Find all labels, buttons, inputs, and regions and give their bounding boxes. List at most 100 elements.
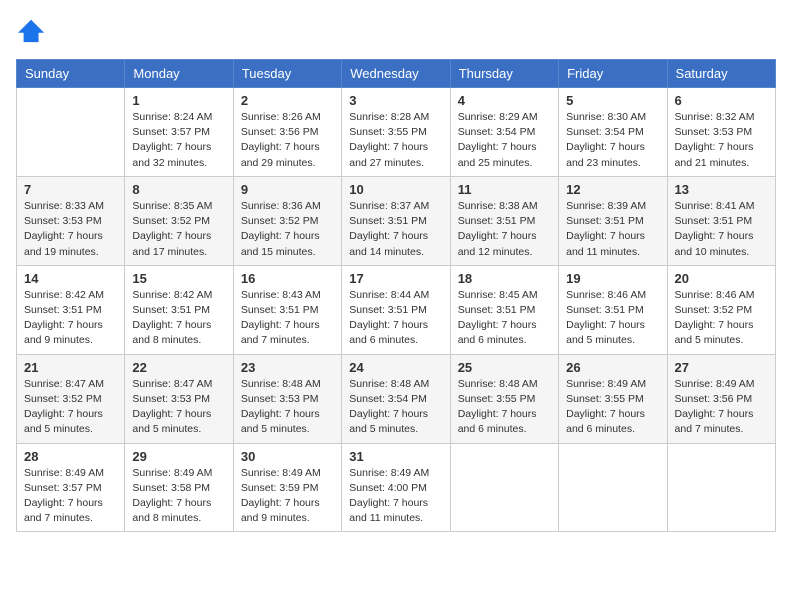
day-number: 22 [132, 360, 225, 375]
calendar-cell [559, 443, 667, 532]
header-thursday: Thursday [450, 60, 558, 88]
day-number: 10 [349, 182, 442, 197]
day-number: 6 [675, 93, 768, 108]
day-info: Sunrise: 8:48 AM Sunset: 3:53 PM Dayligh… [241, 377, 334, 438]
day-number: 15 [132, 271, 225, 286]
calendar-cell: 28 Sunrise: 8:49 AM Sunset: 3:57 PM Dayli… [17, 443, 125, 532]
calendar-cell: 25Sunrise: 8:48 AM Sunset: 3:55 PM Dayli… [450, 354, 558, 443]
calendar-week-row: 7Sunrise: 8:33 AM Sunset: 3:53 PM Daylig… [17, 176, 776, 265]
day-number: 31 [349, 449, 442, 464]
calendar-cell: 26Sunrise: 8:49 AM Sunset: 3:55 PM Dayli… [559, 354, 667, 443]
calendar-cell: 1 Sunrise: 8:24 AM Sunset: 3:57 PM Daylig… [125, 88, 233, 177]
day-number: 28 [24, 449, 117, 464]
header-wednesday: Wednesday [342, 60, 450, 88]
day-info: Sunrise: 8:49 AM Sunset: 3:57 PM Dayligh… [24, 466, 117, 527]
day-number: 9 [241, 182, 334, 197]
day-info: Sunrise: 8:43 AM Sunset: 3:51 PM Dayligh… [241, 288, 334, 349]
day-info: Sunrise: 8:47 AM Sunset: 3:53 PM Dayligh… [132, 377, 225, 438]
day-number: 3 [349, 93, 442, 108]
day-info: Sunrise: 8:46 AM Sunset: 3:51 PM Dayligh… [566, 288, 659, 349]
page-header [16, 16, 776, 49]
day-info: Sunrise: 8:30 AM Sunset: 3:54 PM Dayligh… [566, 110, 659, 171]
day-number: 11 [458, 182, 551, 197]
day-info: Sunrise: 8:47 AM Sunset: 3:52 PM Dayligh… [24, 377, 117, 438]
day-number: 1 [132, 93, 225, 108]
day-number: 12 [566, 182, 659, 197]
calendar-cell: 5 Sunrise: 8:30 AM Sunset: 3:54 PM Daylig… [559, 88, 667, 177]
day-info: Sunrise: 8:29 AM Sunset: 3:54 PM Dayligh… [458, 110, 551, 171]
day-info: Sunrise: 8:42 AM Sunset: 3:51 PM Dayligh… [132, 288, 225, 349]
calendar-cell: 9 Sunrise: 8:36 AM Sunset: 3:52 PM Daylig… [233, 176, 341, 265]
header-friday: Friday [559, 60, 667, 88]
logo [16, 16, 50, 49]
header-sunday: Sunday [17, 60, 125, 88]
calendar-cell: 27Sunrise: 8:49 AM Sunset: 3:56 PM Dayli… [667, 354, 775, 443]
calendar-week-row: 21 Sunrise: 8:47 AM Sunset: 3:52 PM Dayli… [17, 354, 776, 443]
day-info: Sunrise: 8:33 AM Sunset: 3:53 PM Dayligh… [24, 199, 117, 260]
day-number: 21 [24, 360, 117, 375]
day-number: 8 [132, 182, 225, 197]
day-info: Sunrise: 8:32 AM Sunset: 3:53 PM Dayligh… [675, 110, 768, 171]
day-number: 23 [241, 360, 334, 375]
calendar-cell: 20 Sunrise: 8:46 AM Sunset: 3:52 PM Dayli… [667, 265, 775, 354]
day-info: Sunrise: 8:48 AM Sunset: 3:54 PM Dayligh… [349, 377, 442, 438]
calendar-cell: 2 Sunrise: 8:26 AM Sunset: 3:56 PM Daylig… [233, 88, 341, 177]
calendar-cell: 22 Sunrise: 8:47 AM Sunset: 3:53 PM Dayli… [125, 354, 233, 443]
calendar-cell: 12 Sunrise: 8:39 AM Sunset: 3:51 PM Dayli… [559, 176, 667, 265]
day-number: 16 [241, 271, 334, 286]
day-info: Sunrise: 8:45 AM Sunset: 3:51 PM Dayligh… [458, 288, 551, 349]
calendar-cell [667, 443, 775, 532]
day-info: Sunrise: 8:36 AM Sunset: 3:52 PM Dayligh… [241, 199, 334, 260]
day-number: 14 [24, 271, 117, 286]
day-info: Sunrise: 8:41 AM Sunset: 3:51 PM Dayligh… [675, 199, 768, 260]
day-info: Sunrise: 8:35 AM Sunset: 3:52 PM Dayligh… [132, 199, 225, 260]
calendar-week-row: 1 Sunrise: 8:24 AM Sunset: 3:57 PM Daylig… [17, 88, 776, 177]
day-number: 5 [566, 93, 659, 108]
calendar-table: SundayMondayTuesdayWednesdayThursdayFrid… [16, 59, 776, 532]
calendar-cell: 18 Sunrise: 8:45 AM Sunset: 3:51 PM Dayli… [450, 265, 558, 354]
day-number: 26 [566, 360, 659, 375]
day-number: 24 [349, 360, 442, 375]
calendar-cell: 31 Sunrise: 8:49 AM Sunset: 4:00 PM Dayli… [342, 443, 450, 532]
calendar-cell: 16 Sunrise: 8:43 AM Sunset: 3:51 PM Dayli… [233, 265, 341, 354]
day-info: Sunrise: 8:46 AM Sunset: 3:52 PM Dayligh… [675, 288, 768, 349]
day-info: Sunrise: 8:37 AM Sunset: 3:51 PM Dayligh… [349, 199, 442, 260]
day-number: 19 [566, 271, 659, 286]
calendar-cell: 11Sunrise: 8:38 AM Sunset: 3:51 PM Dayli… [450, 176, 558, 265]
calendar-cell: 4 Sunrise: 8:29 AM Sunset: 3:54 PM Daylig… [450, 88, 558, 177]
day-number: 17 [349, 271, 442, 286]
day-number: 4 [458, 93, 551, 108]
day-number: 20 [675, 271, 768, 286]
calendar-cell: 21 Sunrise: 8:47 AM Sunset: 3:52 PM Dayli… [17, 354, 125, 443]
calendar-cell [17, 88, 125, 177]
header-monday: Monday [125, 60, 233, 88]
calendar-cell: 24 Sunrise: 8:48 AM Sunset: 3:54 PM Dayli… [342, 354, 450, 443]
day-number: 29 [132, 449, 225, 464]
day-number: 13 [675, 182, 768, 197]
day-info: Sunrise: 8:42 AM Sunset: 3:51 PM Dayligh… [24, 288, 117, 349]
calendar-cell: 6 Sunrise: 8:32 AM Sunset: 3:53 PM Daylig… [667, 88, 775, 177]
calendar-cell: 23 Sunrise: 8:48 AM Sunset: 3:53 PM Dayli… [233, 354, 341, 443]
calendar-cell: 7Sunrise: 8:33 AM Sunset: 3:53 PM Daylig… [17, 176, 125, 265]
calendar-week-row: 28 Sunrise: 8:49 AM Sunset: 3:57 PM Dayli… [17, 443, 776, 532]
calendar-cell [450, 443, 558, 532]
header-saturday: Saturday [667, 60, 775, 88]
calendar-cell: 8 Sunrise: 8:35 AM Sunset: 3:52 PM Daylig… [125, 176, 233, 265]
day-info: Sunrise: 8:44 AM Sunset: 3:51 PM Dayligh… [349, 288, 442, 349]
day-number: 30 [241, 449, 334, 464]
day-info: Sunrise: 8:49 AM Sunset: 4:00 PM Dayligh… [349, 466, 442, 527]
day-info: Sunrise: 8:49 AM Sunset: 3:58 PM Dayligh… [132, 466, 225, 527]
day-info: Sunrise: 8:24 AM Sunset: 3:57 PM Dayligh… [132, 110, 225, 171]
calendar-cell: 14 Sunrise: 8:42 AM Sunset: 3:51 PM Dayli… [17, 265, 125, 354]
calendar-cell: 17 Sunrise: 8:44 AM Sunset: 3:51 PM Dayli… [342, 265, 450, 354]
header-tuesday: Tuesday [233, 60, 341, 88]
calendar-cell: 29 Sunrise: 8:49 AM Sunset: 3:58 PM Dayli… [125, 443, 233, 532]
calendar-cell: 19 Sunrise: 8:46 AM Sunset: 3:51 PM Dayli… [559, 265, 667, 354]
day-info: Sunrise: 8:49 AM Sunset: 3:56 PM Dayligh… [675, 377, 768, 438]
calendar-cell: 15 Sunrise: 8:42 AM Sunset: 3:51 PM Dayli… [125, 265, 233, 354]
day-number: 2 [241, 93, 334, 108]
calendar-cell: 3Sunrise: 8:28 AM Sunset: 3:55 PM Daylig… [342, 88, 450, 177]
day-info: Sunrise: 8:26 AM Sunset: 3:56 PM Dayligh… [241, 110, 334, 171]
day-number: 18 [458, 271, 551, 286]
day-info: Sunrise: 8:39 AM Sunset: 3:51 PM Dayligh… [566, 199, 659, 260]
